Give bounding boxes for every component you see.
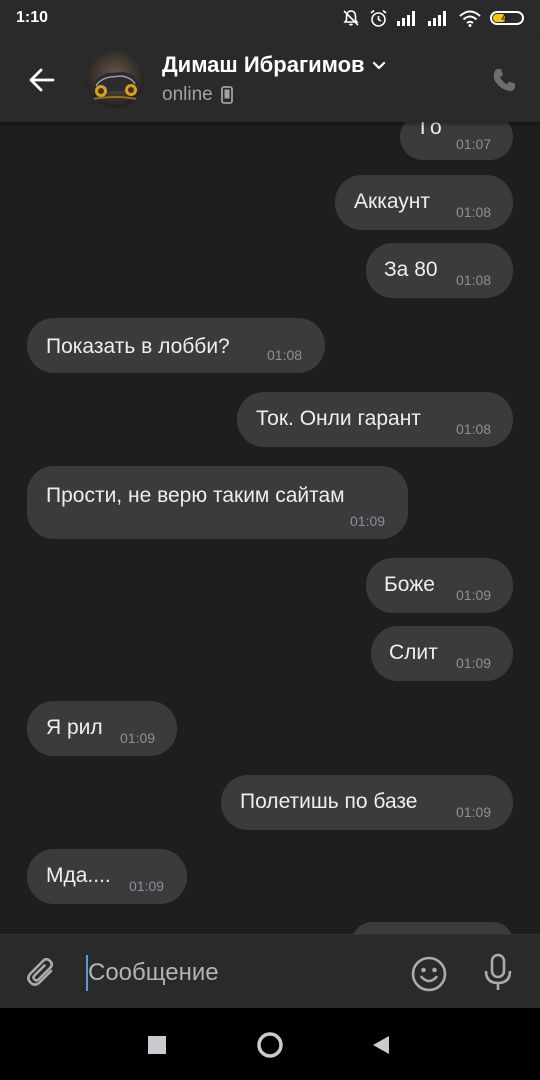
message-text: Боже — [384, 573, 435, 596]
outgoing-message-bubble[interactable]: Слит 01:09 — [371, 626, 513, 681]
chevron-down-icon — [372, 61, 385, 70]
paperclip-icon — [27, 957, 54, 986]
wifi-icon — [459, 10, 481, 27]
message-text: Мда.... — [46, 864, 111, 887]
message-text: За 80 — [384, 258, 438, 281]
message-time: 01:09 — [129, 878, 165, 894]
outgoing-message-bubble[interactable]: Го 01:07 — [400, 122, 513, 160]
microphone-button[interactable] — [478, 951, 518, 995]
message-time: 01:08 — [456, 421, 492, 437]
outgoing-message-bubble[interactable]: Полетишь по базе 01:09 — [221, 775, 513, 830]
battery-icon: 47 — [490, 11, 524, 25]
status-time: 1:10 — [16, 9, 49, 26]
mute-bell-icon — [343, 10, 359, 26]
nav-back-button[interactable] — [366, 1030, 396, 1060]
message-text: Полетишь по базе — [240, 790, 418, 813]
message-composer — [0, 934, 540, 1009]
status-bar: 1:10 47 — [0, 0, 540, 36]
message-text: Аккаунт — [354, 190, 431, 213]
message-time: 01:08 — [456, 272, 492, 288]
message-text: Прости, не верю таким сайтам — [46, 484, 345, 507]
triangle-back-icon — [373, 1036, 389, 1054]
message-time: 01:09 — [456, 587, 492, 603]
avatar[interactable] — [86, 50, 144, 108]
alarm-icon — [370, 9, 387, 27]
message-input[interactable] — [88, 953, 388, 993]
message-time: 01:09 — [456, 804, 492, 820]
avatar-image — [86, 50, 144, 108]
message-time: 01:08 — [267, 347, 303, 363]
contact-status-label: online — [162, 84, 213, 105]
signal-icon — [397, 11, 415, 26]
message-text: Го — [420, 122, 442, 139]
signal-icon-2 — [428, 11, 446, 26]
phone-icon — [493, 69, 515, 91]
incoming-message-bubble[interactable]: Я рил 01:09 — [27, 701, 177, 756]
message-time: 01:08 — [456, 204, 492, 220]
outgoing-message-bubble-partial[interactable] — [352, 922, 513, 934]
emoji-icon — [411, 956, 447, 992]
circle-icon — [257, 1032, 283, 1058]
outgoing-message-bubble[interactable]: Ток. Онли гарант 01:08 — [237, 392, 513, 447]
message-list[interactable]: Го 01:07 Аккаунт 01:08 За 80 01:08 Показать в … — [0, 122, 540, 934]
incoming-message-bubble[interactable]: Мда.... 01:09 — [27, 849, 187, 904]
outgoing-message-bubble[interactable]: Аккаунт 01:08 — [335, 175, 513, 230]
message-time: 01:09 — [120, 730, 156, 746]
contact-status: online — [162, 84, 233, 106]
system-navigation-bar — [0, 1008, 540, 1080]
nav-home-button[interactable] — [255, 1030, 285, 1060]
message-time: 01:09 — [456, 655, 492, 671]
message-text: Я рил — [46, 716, 103, 739]
message-text: Показать в лобби? — [46, 335, 230, 358]
attach-button[interactable] — [22, 953, 62, 993]
square-icon — [148, 1036, 166, 1054]
status-icons: 47 — [342, 9, 524, 28]
message-text: Слит — [389, 641, 438, 664]
contact-name[interactable]: Димаш Ибрагимов — [162, 52, 387, 78]
incoming-message-bubble[interactable]: Показать в лобби? 01:08 — [27, 318, 325, 373]
mobile-device-icon — [220, 86, 233, 104]
emoji-button[interactable] — [408, 953, 450, 995]
back-button[interactable] — [20, 58, 64, 102]
arrow-left-icon — [29, 68, 55, 92]
outgoing-message-bubble[interactable]: Боже 01:09 — [366, 558, 513, 613]
chat-header: Димаш Ибрагимов online — [0, 36, 540, 122]
message-text: Ток. Онли гарант — [256, 407, 421, 430]
outgoing-message-bubble[interactable]: За 80 01:08 — [366, 243, 513, 298]
microphone-icon — [484, 953, 512, 990]
call-button[interactable] — [486, 62, 522, 98]
battery-level: 47 — [501, 12, 513, 24]
message-time: 01:07 — [456, 136, 492, 152]
nav-recents-button[interactable] — [142, 1030, 172, 1060]
incoming-message-bubble[interactable]: Прости, не верю таким сайтам 01:09 — [27, 466, 408, 539]
contact-name-label: Димаш Ибрагимов — [162, 52, 365, 77]
message-time: 01:09 — [350, 513, 386, 529]
